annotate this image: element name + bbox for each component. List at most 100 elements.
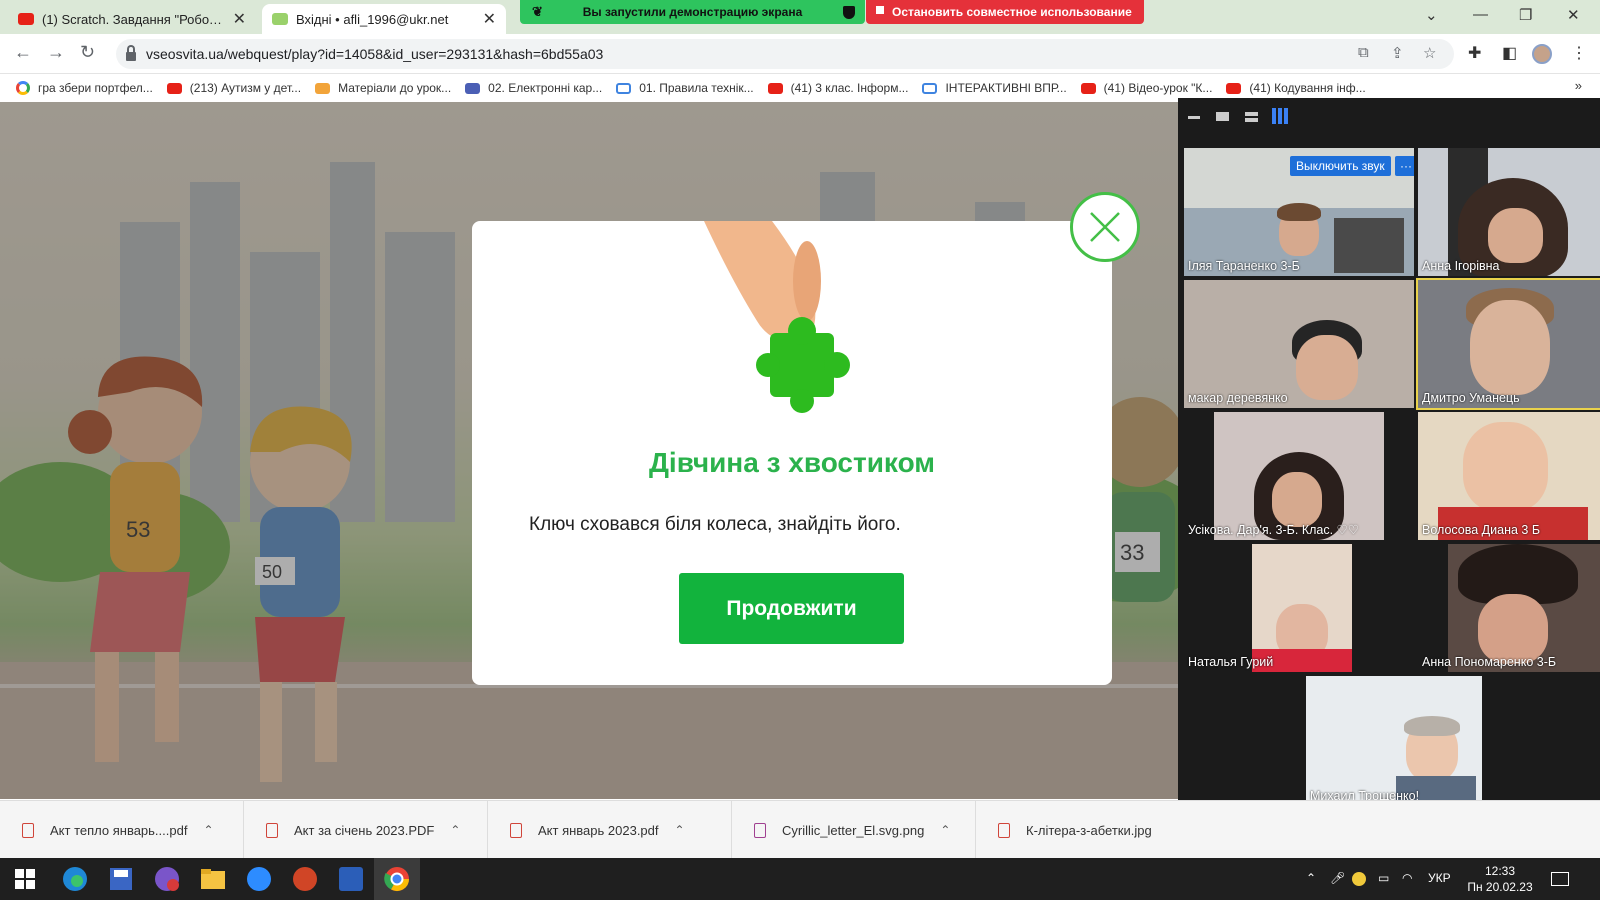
close-icon	[1090, 212, 1120, 242]
bookmark-label: (41) 3 клас. Інформ...	[790, 81, 909, 95]
participant-name: Дмитро Уманець	[1422, 391, 1520, 405]
bookmark-item[interactable]: 02. Електронні кар...	[465, 81, 602, 95]
participant-tile-speaking[interactable]: Дмитро Уманець	[1416, 278, 1600, 410]
page-icon	[616, 82, 632, 94]
downloads-bar: Акт тепло январь....pdf ⌃ Акт за січень …	[0, 800, 1600, 859]
mail-icon	[272, 13, 288, 25]
clock-date: Пн 20.02.23	[1467, 880, 1533, 894]
chrome-button[interactable]	[374, 858, 420, 900]
bookmark-item[interactable]: (213) Аутизм у дет...	[166, 81, 301, 95]
reload-icon[interactable]: ↻	[80, 42, 95, 63]
show-hidden-icons-icon[interactable]: ⌃	[1306, 871, 1316, 885]
status-icon[interactable]	[1352, 872, 1366, 886]
puzzle-hand-illustration	[704, 221, 850, 413]
bookmark-item[interactable]: (41) 3 клас. Інформ...	[767, 81, 909, 95]
stop-share-button[interactable]: Остановить совместное использование	[866, 0, 1144, 24]
download-item[interactable]: Акт январь 2023.pdf ⌃	[488, 801, 732, 859]
single-view-icon[interactable]	[1216, 112, 1229, 121]
extensions-icon[interactable]: ✚	[1468, 43, 1481, 63]
tab-title: (1) Scratch. Завдання "Робот" - Y	[42, 11, 225, 27]
participant-tile[interactable]: Анна Пономаренко 3-Б	[1418, 544, 1600, 672]
edge-icon	[63, 867, 87, 891]
participant-tile[interactable]: Волосова Диана 3 Б	[1418, 412, 1600, 540]
download-item[interactable]: К-літера-з-абетки.jpg	[976, 801, 1176, 859]
floppy-icon	[110, 868, 132, 890]
more-bookmarks-icon[interactable]: »	[1575, 78, 1582, 93]
lock-icon	[126, 44, 136, 61]
bookmark-item[interactable]: 01. Правила технік...	[616, 81, 754, 95]
zoom-button[interactable]	[236, 858, 282, 900]
calendar-icon	[465, 82, 481, 94]
menu-icon[interactable]: ⋮	[1571, 43, 1587, 63]
chevron-up-icon[interactable]: ⌃	[940, 823, 950, 837]
clock-time: 12:33	[1484, 864, 1516, 878]
youtube-icon	[767, 82, 783, 94]
more-options-button[interactable]: ···	[1395, 156, 1414, 176]
participant-tile[interactable]: Михаил Трощенко!	[1306, 676, 1482, 806]
explorer-button[interactable]	[190, 858, 236, 900]
participant-tile[interactable]: Анна Ігорівна	[1418, 148, 1600, 276]
close-modal-button[interactable]	[1070, 192, 1140, 262]
notifications-icon[interactable]	[1551, 872, 1569, 886]
bookmark-item[interactable]: гра збери портфел...	[16, 81, 153, 95]
battery-icon[interactable]: ▭	[1378, 871, 1389, 885]
tab-mail[interactable]: Вхідні • afli_1996@ukr.net ✕	[262, 4, 506, 34]
translate-icon[interactable]: ⧉	[1358, 44, 1369, 61]
download-filename: Акт за січень 2023.PDF	[294, 822, 435, 838]
profile-avatar[interactable]	[1532, 44, 1552, 64]
chevron-up-icon[interactable]: ⌃	[675, 823, 685, 837]
powerpoint-button[interactable]	[282, 858, 328, 900]
stop-share-label: Остановить совместное использование	[892, 5, 1132, 19]
tab-scratch[interactable]: (1) Scratch. Завдання "Робот" - Y ✕	[8, 4, 256, 34]
word-button[interactable]	[328, 858, 374, 900]
youtube-icon	[18, 13, 34, 25]
close-tab-icon[interactable]: ✕	[483, 9, 496, 29]
screen-share-notice-text: Вы запустили демонстрацию экрана	[582, 5, 803, 19]
minimize-icon[interactable]: —	[1473, 6, 1488, 23]
save-app-button[interactable]	[98, 858, 144, 900]
microphone-icon[interactable]: 🎤︎	[1330, 871, 1345, 885]
download-filename: К-літера-з-абетки.jpg	[1026, 822, 1152, 838]
stop-icon	[876, 6, 884, 14]
bookmark-label: (41) Відео-урок "К...	[1103, 81, 1213, 95]
bookmark-item[interactable]: (41) Кодування інф...	[1226, 81, 1366, 95]
bookmark-item[interactable]: ІНТЕРАКТИВНІ ВПР...	[922, 81, 1067, 95]
clock[interactable]: 12:33 Пн 20.02.23	[1460, 863, 1540, 895]
restore-icon[interactable]: ❐	[1519, 6, 1532, 24]
participant-tile[interactable]: Наталья Гурий	[1184, 544, 1414, 672]
close-tab-icon[interactable]: ✕	[233, 9, 246, 29]
image-file-icon	[754, 822, 766, 838]
mute-button[interactable]: Выключить звук	[1290, 156, 1391, 176]
viber-button[interactable]	[144, 858, 190, 900]
tab-search-icon[interactable]: ⌄	[1425, 6, 1438, 24]
participant-tile[interactable]: Выключить звук ··· Іляя Тараненко 3-Б	[1184, 148, 1414, 276]
bookmark-item[interactable]: (41) Відео-урок "К...	[1080, 81, 1213, 95]
strip-view-icon[interactable]	[1245, 112, 1258, 123]
participant-tile[interactable]: Усікова. Дар'я. 3-Б. Клас. ♡♡	[1184, 412, 1414, 540]
participant-name: Анна Пономаренко 3-Б	[1422, 655, 1557, 669]
share-icon[interactable]: ⇪	[1391, 44, 1404, 62]
download-item[interactable]: Cyrillic_letter_El.svg.png ⌃	[732, 801, 976, 859]
participant-name: Волосова Диана 3 Б	[1422, 523, 1541, 537]
viber-icon	[155, 867, 179, 891]
minimize-panel-icon[interactable]	[1188, 116, 1200, 119]
download-item[interactable]: Акт за січень 2023.PDF ⌃	[244, 801, 488, 859]
address-bar[interactable]: vseosvita.ua/webquest/play?id=14058&id_u…	[116, 39, 1454, 69]
side-panel-icon[interactable]: ◧	[1502, 43, 1517, 63]
close-window-icon[interactable]: ✕	[1567, 6, 1580, 24]
wifi-icon[interactable]: ◠	[1402, 871, 1412, 885]
bookmark-star-icon[interactable]: ☆	[1423, 44, 1436, 62]
chevron-up-icon[interactable]: ⌃	[450, 823, 460, 837]
bookmark-item[interactable]: Матеріали до урок...	[315, 81, 451, 95]
chevron-up-icon[interactable]: ⌃	[203, 823, 213, 837]
download-filename: Акт январь 2023.pdf	[538, 822, 659, 838]
edge-button[interactable]	[52, 858, 98, 900]
participant-tile[interactable]: макар деревянко	[1184, 280, 1414, 408]
forward-icon[interactable]: →	[47, 42, 65, 63]
start-button[interactable]	[2, 858, 48, 900]
download-item[interactable]: Акт тепло январь....pdf ⌃	[0, 801, 244, 859]
back-icon[interactable]: ←	[14, 42, 32, 63]
gallery-view-icon[interactable]	[1272, 108, 1288, 124]
language-indicator[interactable]: УКР	[1428, 871, 1451, 885]
continue-button[interactable]: Продовжити	[679, 573, 904, 644]
